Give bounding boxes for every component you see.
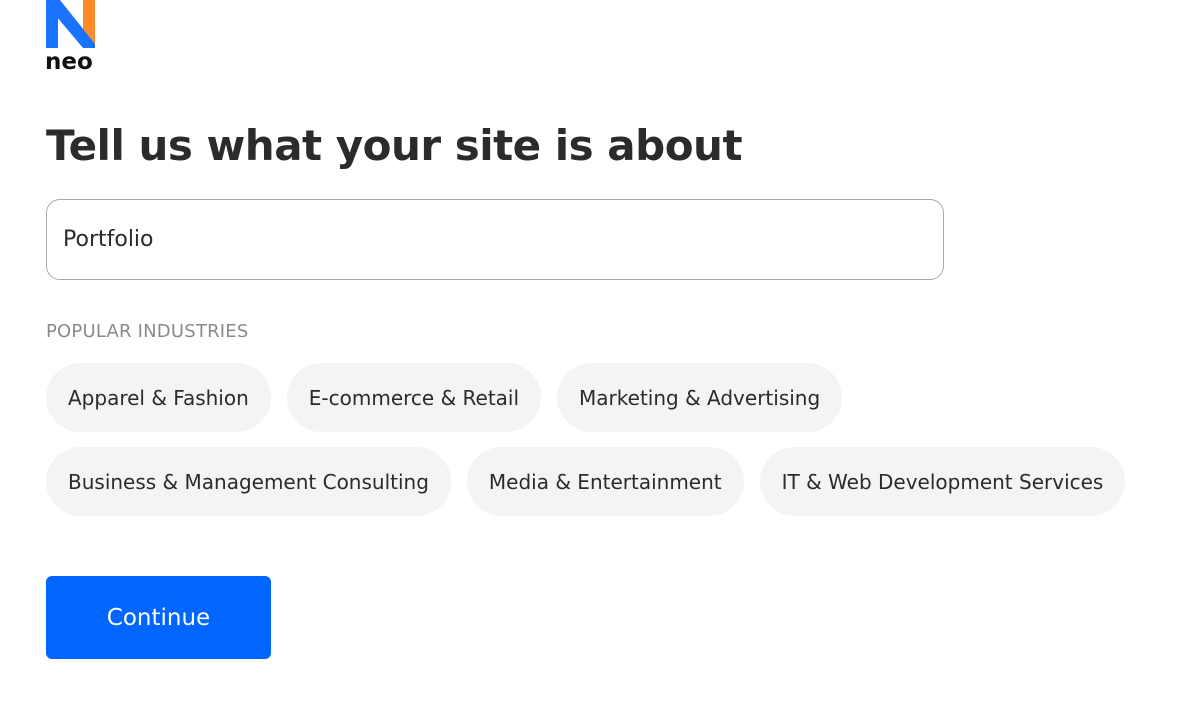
onboarding-page: neo Tell us what your site is about POPU…: [0, 0, 1201, 702]
industry-chip-apparel-fashion[interactable]: Apparel & Fashion: [46, 363, 271, 432]
popular-industries-label: POPULAR INDUSTRIES: [46, 321, 249, 342]
industry-chip-business-consulting[interactable]: Business & Management Consulting: [46, 447, 451, 516]
brand-name: neo: [45, 49, 93, 75]
industry-chip-row: Apparel & Fashion E-commerce & Retail Ma…: [46, 363, 1196, 432]
site-topic-field[interactable]: [46, 199, 944, 280]
continue-button[interactable]: Continue: [46, 576, 271, 659]
industry-chip-media-entertainment[interactable]: Media & Entertainment: [466, 447, 744, 516]
industry-chips: Apparel & Fashion E-commerce & Retail Ma…: [46, 363, 1196, 531]
site-topic-input[interactable]: [63, 200, 923, 279]
industry-chip-it-web-development[interactable]: IT & Web Development Services: [759, 447, 1126, 516]
neo-logo: neo: [45, 0, 101, 76]
page-title: Tell us what your site is about: [46, 121, 743, 170]
industry-chip-marketing-advertising[interactable]: Marketing & Advertising: [557, 363, 843, 432]
industry-chip-ecommerce-retail[interactable]: E-commerce & Retail: [286, 363, 542, 432]
industry-chip-row: Business & Management Consulting Media &…: [46, 447, 1196, 516]
neo-logo-icon: [46, 0, 95, 48]
